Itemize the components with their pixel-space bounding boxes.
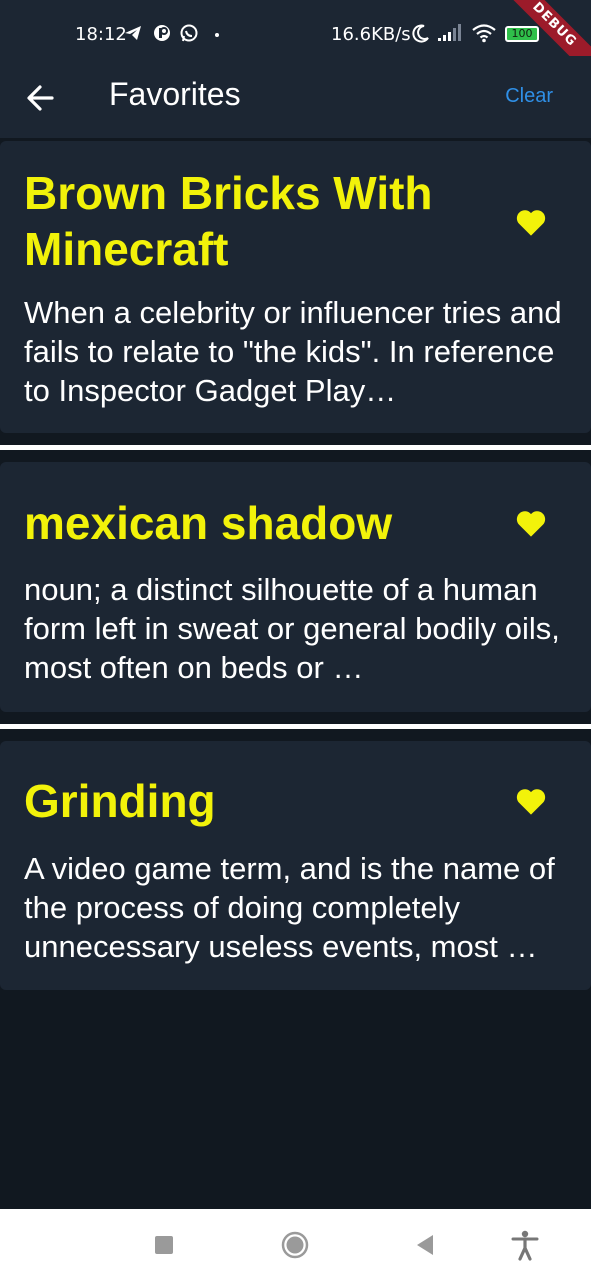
status-net-speed: 16.6KB/s bbox=[331, 24, 411, 45]
favorite-title: Brown Bricks With Minecraft bbox=[24, 167, 433, 275]
battery-level: 100 bbox=[511, 27, 533, 40]
favorite-description: When a celebrity or influencer tries and… bbox=[24, 295, 562, 408]
favorite-description: noun; a distinct silhouette of a human f… bbox=[24, 572, 560, 685]
app-notification-icon bbox=[154, 25, 170, 41]
whatsapp-icon bbox=[180, 24, 198, 42]
dot-icon bbox=[215, 33, 219, 37]
heart-icon[interactable] bbox=[514, 786, 548, 816]
favorite-card[interactable]: Brown Bricks With Minecraft When a celeb… bbox=[0, 141, 591, 433]
status-time: 18:12 bbox=[75, 24, 127, 45]
arrow-left-icon[interactable] bbox=[22, 78, 62, 118]
accessibility-icon[interactable] bbox=[509, 1229, 541, 1261]
divider bbox=[0, 724, 591, 729]
battery-icon: 100 bbox=[505, 26, 539, 42]
favorite-card[interactable]: Grinding A video game term, and is the n… bbox=[0, 741, 591, 990]
heart-icon[interactable] bbox=[514, 508, 548, 538]
wifi-icon bbox=[472, 24, 496, 43]
signal-icon bbox=[438, 24, 461, 41]
page-title: Favorites bbox=[109, 76, 241, 112]
favorite-title: mexican shadow bbox=[24, 497, 393, 549]
moon-icon bbox=[412, 24, 429, 43]
favorite-description: A video game term, and is the name of th… bbox=[24, 851, 555, 964]
back-triangle-icon[interactable] bbox=[409, 1229, 441, 1261]
clear-button[interactable]: Clear bbox=[505, 85, 553, 108]
telegram-icon bbox=[125, 26, 141, 40]
favorite-title: Grinding bbox=[24, 775, 216, 827]
system-nav-bar bbox=[0, 1209, 591, 1280]
favorite-card[interactable]: mexican shadow noun; a distinct silhouet… bbox=[0, 462, 591, 712]
status-bar: 18:12 16.6KB/s 100 DEBUG bbox=[0, 0, 591, 86]
screen: 18:12 16.6KB/s 100 DEBUG Favorites Clear… bbox=[0, 0, 591, 1280]
home-circle-icon[interactable] bbox=[279, 1229, 311, 1261]
heart-icon[interactable] bbox=[514, 207, 548, 237]
app-bar: Favorites Clear bbox=[0, 56, 591, 138]
recents-square-icon[interactable] bbox=[148, 1229, 180, 1261]
divider bbox=[0, 445, 591, 450]
